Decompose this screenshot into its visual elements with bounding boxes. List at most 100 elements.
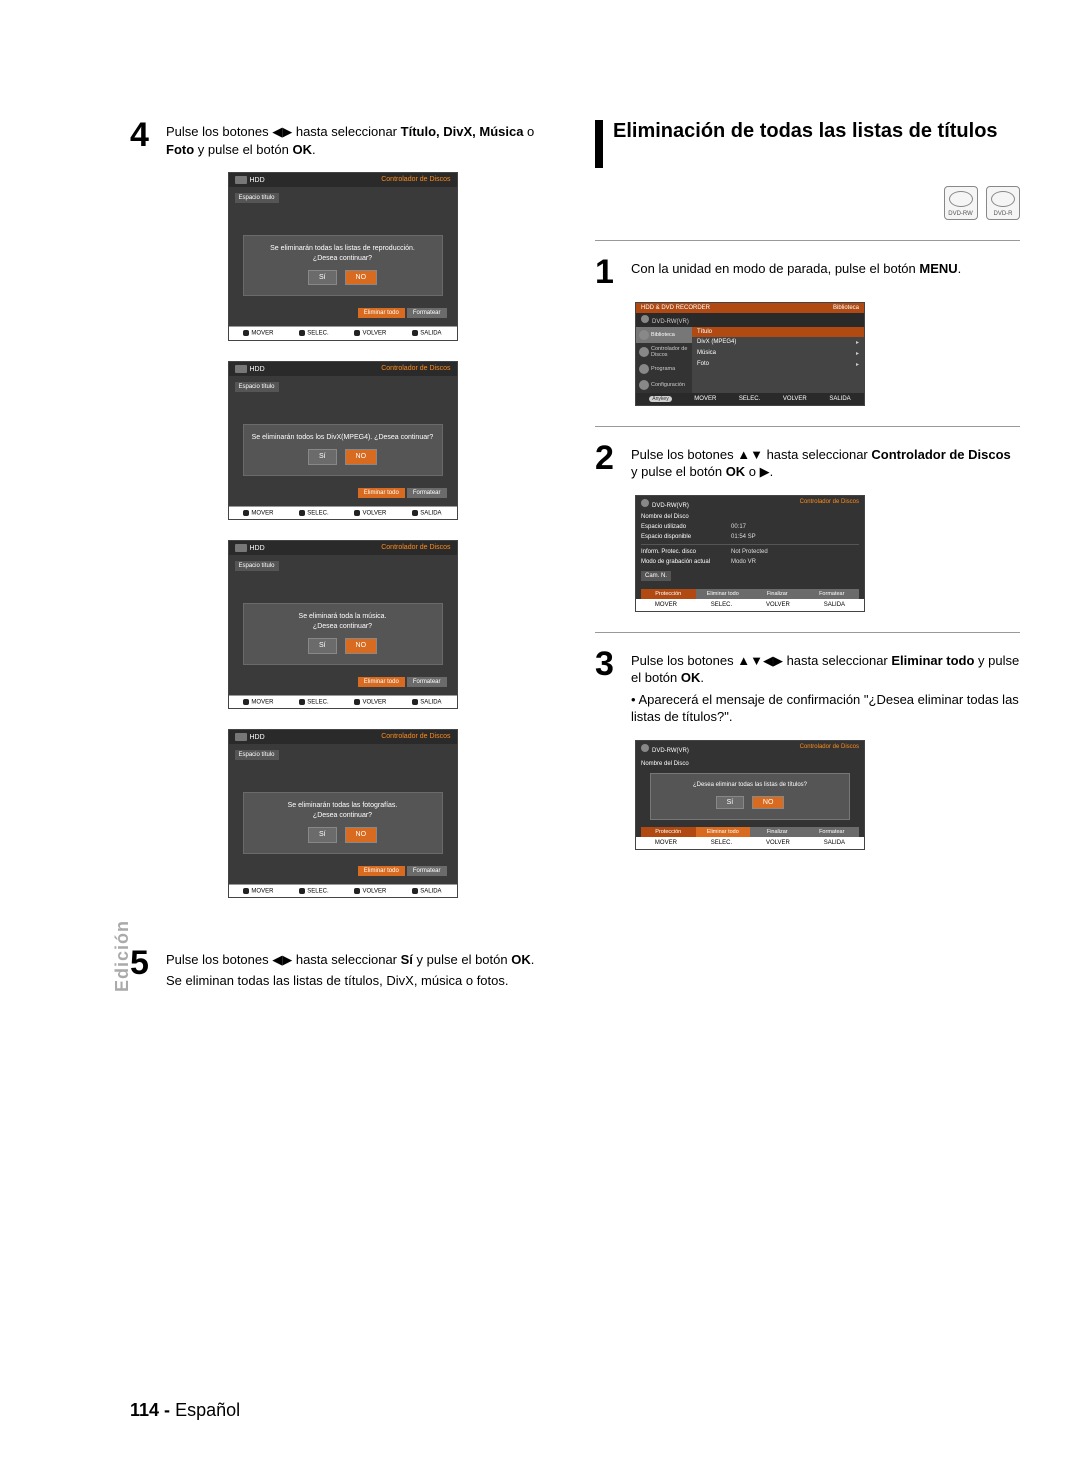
side-item[interactable]: Programa bbox=[636, 361, 692, 377]
top-left: DVD-RW(VR) bbox=[641, 499, 689, 509]
hdd-icon bbox=[235, 365, 247, 373]
hdr-left: HDD bbox=[235, 544, 265, 552]
no-button[interactable]: NO bbox=[345, 449, 378, 465]
bold: OK bbox=[292, 142, 312, 157]
tab-formatear[interactable]: Formatear bbox=[407, 308, 447, 318]
step-1: 1 Con la unidad en modo de parada, pulse… bbox=[595, 257, 1020, 288]
t: Pulse los botones bbox=[166, 124, 272, 139]
tab-formatear[interactable]: Formatear bbox=[407, 488, 447, 498]
kv-val: Not Protected bbox=[731, 549, 768, 555]
foot-salida: SALIDA bbox=[412, 330, 441, 337]
foot-salida: SALIDA bbox=[829, 396, 850, 402]
settings-icon bbox=[639, 380, 649, 390]
step-3: 3 Pulse los botones ▲▼◀▶ hasta seleccion… bbox=[595, 649, 1020, 726]
confirm-overlay: ¿Desea eliminar todas las listas de títu… bbox=[650, 773, 850, 820]
dvr-shot-4: HDDControlador de Discos Espacio título … bbox=[228, 729, 458, 898]
side-label: Controlador de Discos bbox=[651, 346, 689, 358]
disc-icons: DVD-RW DVD-R bbox=[595, 186, 1020, 220]
device-label: DVD-RW(VR) bbox=[652, 319, 689, 325]
foot-selec: SELEC. bbox=[299, 888, 328, 895]
section-title: Eliminación de todas las listas de títul… bbox=[595, 120, 1020, 168]
t: hasta seleccionar bbox=[783, 653, 891, 668]
side-item[interactable]: Configuración bbox=[636, 377, 692, 393]
divider bbox=[595, 240, 1020, 241]
espacio-label: Espacio título bbox=[235, 382, 279, 392]
top-left-label: DVD-RW(VR) bbox=[652, 503, 689, 509]
tab-eliminar[interactable]: Eliminar todo bbox=[358, 488, 405, 498]
tab-formatear[interactable]: Formatear bbox=[407, 677, 447, 687]
foot-salida: SALIDA bbox=[824, 602, 845, 608]
msg: Se eliminarán todas las fotografías. bbox=[250, 801, 436, 811]
foot-mover: MOVER bbox=[243, 888, 273, 895]
tab-eliminar[interactable]: Eliminar todo bbox=[358, 866, 405, 876]
t: o bbox=[523, 124, 534, 139]
tab-formatear[interactable]: Formatear bbox=[407, 866, 447, 876]
page-lang: Español bbox=[175, 1400, 240, 1420]
no-button[interactable]: NO bbox=[345, 638, 378, 654]
side-item[interactable]: Controlador de Discos bbox=[636, 343, 692, 361]
bold: MENU bbox=[919, 261, 957, 276]
page-number: 114 - bbox=[130, 1400, 170, 1420]
tab-formatear[interactable]: Formatear bbox=[805, 589, 860, 599]
disc-icon-dvdrw: DVD-RW bbox=[944, 186, 978, 220]
no-button[interactable]: NO bbox=[345, 270, 378, 286]
kv-val: Modo VR bbox=[731, 559, 756, 565]
yes-button[interactable]: Sí bbox=[308, 827, 337, 843]
foot-volver: VOLVER bbox=[783, 396, 807, 402]
yes-button[interactable]: Sí bbox=[308, 270, 337, 286]
step-num: 1 bbox=[595, 257, 623, 288]
hdr-left: HDD bbox=[235, 176, 265, 184]
kv-val: 01:54 SP bbox=[731, 534, 756, 540]
title-bar-icon bbox=[595, 120, 603, 168]
disc-small-icon bbox=[641, 315, 649, 323]
arrows-icon: ▲▼ bbox=[737, 447, 763, 462]
foot-salida: SALIDA bbox=[412, 699, 441, 706]
hdr-left: HDD bbox=[235, 365, 265, 373]
chevron-right-icon: ▸ bbox=[856, 350, 859, 357]
tab-eliminar[interactable]: Eliminar todo bbox=[358, 308, 405, 318]
side-item[interactable]: Biblioteca bbox=[636, 327, 692, 343]
hdr-right: Controlador de Discos bbox=[381, 544, 450, 552]
tab-eliminar[interactable]: Eliminar todo bbox=[696, 589, 751, 599]
t: o bbox=[745, 464, 759, 479]
hdd-icon bbox=[235, 176, 247, 184]
no-button[interactable]: NO bbox=[345, 827, 378, 843]
tab-finalizar[interactable]: Finalizar bbox=[750, 589, 805, 599]
camn-button[interactable]: Cam. N. bbox=[641, 571, 671, 581]
step-num: 2 bbox=[595, 443, 623, 481]
confirm-box: Se eliminarán todos los DivX(MPEG4). ¿De… bbox=[243, 424, 443, 476]
yes-button[interactable]: Sí bbox=[308, 449, 337, 465]
tab-finalizar[interactable]: Finalizar bbox=[750, 827, 805, 837]
hdd-icon bbox=[235, 544, 247, 552]
step-5: 5 Pulse los botones ◀▶ hasta seleccionar… bbox=[130, 948, 555, 989]
arrows-icon: ◀▶ bbox=[272, 124, 292, 139]
disc-controller-icon bbox=[639, 347, 649, 357]
main-item[interactable]: Foto▸ bbox=[692, 359, 864, 370]
hdd-label: HDD bbox=[250, 177, 265, 184]
yes-button[interactable]: Sí bbox=[716, 796, 745, 809]
chevron-right-icon: ▸ bbox=[856, 339, 859, 346]
foot-selec: SELEC. bbox=[711, 602, 732, 608]
hdr-right: Controlador de Discos bbox=[381, 365, 450, 373]
mi-label: Música bbox=[697, 350, 716, 357]
tab-proteccion[interactable]: Protección bbox=[641, 827, 696, 837]
arrows-icon: ◀▶ bbox=[272, 952, 292, 967]
tab-eliminar[interactable]: Eliminar todo bbox=[696, 827, 751, 837]
foot-mover: MOVER bbox=[655, 602, 677, 608]
anykey-badge: Anykey bbox=[649, 396, 671, 402]
tab-formatear[interactable]: Formatear bbox=[805, 827, 860, 837]
main-item[interactable]: DivX (MPEG4)▸ bbox=[692, 337, 864, 348]
t: Pulse los botones bbox=[631, 653, 737, 668]
tab-proteccion[interactable]: Protección bbox=[641, 589, 696, 599]
t: y pulse el botón bbox=[631, 464, 726, 479]
t: . bbox=[700, 670, 704, 685]
tab-eliminar[interactable]: Eliminar todo bbox=[358, 677, 405, 687]
main-header[interactable]: Título bbox=[692, 327, 864, 337]
step-num: 3 bbox=[595, 649, 623, 726]
no-button[interactable]: NO bbox=[752, 796, 785, 809]
main-item[interactable]: Música ▸ bbox=[692, 348, 864, 359]
yes-button[interactable]: Sí bbox=[308, 638, 337, 654]
t: . bbox=[531, 952, 535, 967]
confirm-box: Se eliminarán todas las listas de reprod… bbox=[243, 235, 443, 296]
t: Pulse los botones bbox=[631, 447, 737, 462]
